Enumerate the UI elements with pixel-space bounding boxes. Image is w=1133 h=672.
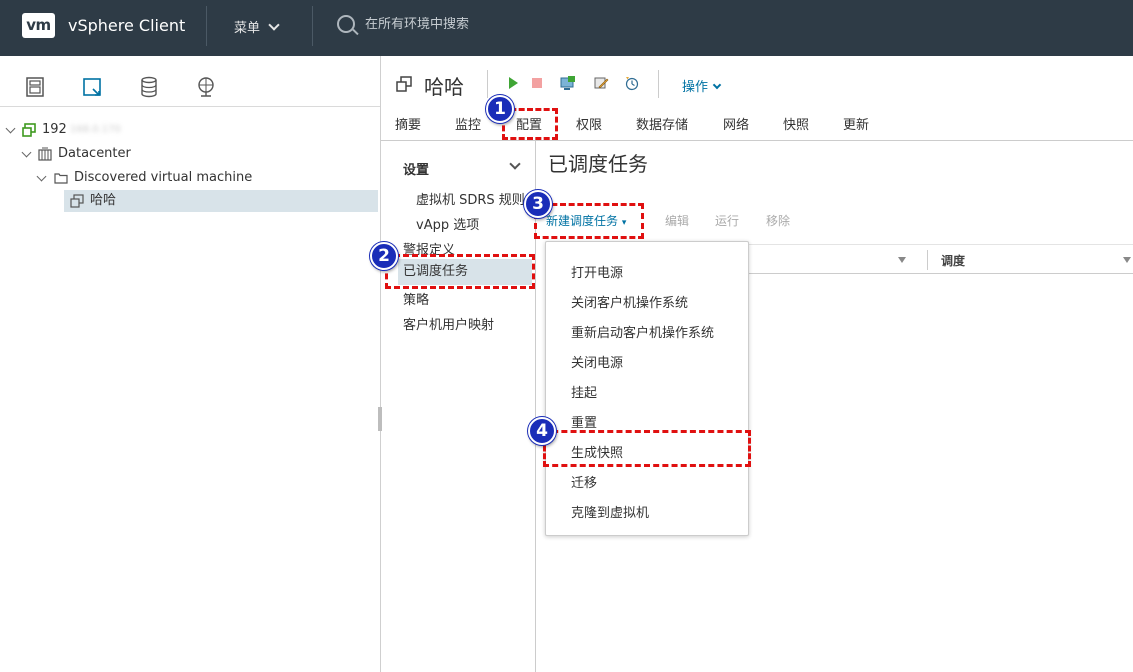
global-search-input[interactable]	[365, 17, 565, 32]
tab-monitor[interactable]: 监控	[455, 114, 481, 133]
networking-icon[interactable]	[195, 76, 217, 98]
column-separator[interactable]	[927, 250, 928, 270]
search-icon[interactable]	[337, 15, 355, 33]
datacenter-icon	[38, 147, 52, 161]
datacenter-label: Datacenter	[58, 146, 131, 161]
filter-icon[interactable]	[898, 257, 906, 263]
menu-item-reset[interactable]: 重置	[571, 412, 597, 431]
folder-label: Discovered virtual machine	[74, 170, 253, 185]
storage-icon[interactable]	[138, 76, 160, 98]
header-divider	[206, 6, 207, 46]
toolbar-divider	[658, 70, 659, 98]
virtual-machine-icon	[70, 194, 84, 208]
menu-item-restart-guest-os[interactable]: 重新启动客户机操作系统	[571, 322, 714, 341]
column-header-schedule[interactable]: 调度	[941, 252, 965, 269]
chevron-down-icon	[268, 19, 280, 31]
chevron-down-icon[interactable]	[5, 123, 16, 134]
tab-snapshots[interactable]: 快照	[783, 114, 809, 133]
inventory-navigator: 192 168.0.170 Datacenter Discovered virt…	[0, 56, 380, 672]
object-title: 哈哈	[424, 75, 464, 99]
settings-item-policies[interactable]: 策略	[403, 289, 429, 308]
chevron-down-icon[interactable]	[21, 147, 32, 158]
host-ip-redacted: 168.0.170	[70, 124, 121, 135]
annotation-badge-3: 3	[524, 190, 552, 218]
annotation-badge-4: 4	[528, 417, 556, 445]
tab-networks[interactable]: 网络	[723, 114, 749, 133]
filter-icon[interactable]	[1123, 257, 1131, 263]
settings-section-header[interactable]: 设置	[403, 159, 429, 178]
splitter-handle[interactable]	[378, 407, 382, 431]
actions-menu-button[interactable]: 操作	[682, 76, 722, 95]
host-icon	[22, 123, 36, 137]
tree-node-vm[interactable]: 哈哈	[64, 190, 378, 212]
tab-datastores[interactable]: 数据存储	[636, 114, 688, 133]
menu-dropdown-button[interactable]: 菜单	[234, 17, 280, 36]
chevron-down-icon[interactable]	[509, 158, 521, 170]
vms-and-templates-icon[interactable]	[81, 76, 103, 98]
header-divider	[312, 6, 313, 46]
remove-button[interactable]: 移除	[766, 212, 790, 229]
annotation-highlight-take-snapshot	[543, 430, 751, 467]
app-title[interactable]: vSphere Client	[68, 16, 185, 35]
tree-node-folder[interactable]: Discovered virtual machine	[0, 167, 378, 189]
settings-item-vapp-options[interactable]: vApp 选项	[416, 214, 479, 233]
menu-item-shutdown-guest-os[interactable]: 关闭客户机操作系统	[571, 292, 688, 311]
annotation-badge-1: 1	[486, 95, 514, 123]
menu-item-suspend[interactable]: 挂起	[571, 382, 597, 401]
host-ip-label: 192	[42, 122, 67, 137]
console-icon[interactable]	[560, 75, 576, 91]
chevron-down-icon	[712, 80, 722, 90]
tree-node-datacenter[interactable]: Datacenter	[0, 143, 378, 165]
new-task-dropdown-menu: 打开电源 关闭客户机操作系统 重新启动客户机操作系统 关闭电源 挂起 重置 生成…	[545, 241, 749, 536]
tab-summary[interactable]: 摘要	[395, 114, 421, 133]
panel-splitter[interactable]	[380, 56, 381, 672]
menu-item-power-on[interactable]: 打开电源	[571, 262, 623, 281]
menu-item-clone-to-vm[interactable]: 克隆到虚拟机	[571, 502, 649, 521]
tree-node-host[interactable]: 192 168.0.170	[0, 119, 378, 141]
settings-item-guest-user-mappings[interactable]: 客户机用户映射	[403, 314, 494, 333]
tabs-underline	[381, 140, 1133, 141]
vmware-logo[interactable]: vm	[22, 13, 55, 38]
snapshot-icon[interactable]	[624, 75, 640, 91]
power-on-icon[interactable]	[505, 75, 521, 91]
page-title: 已调度任务	[548, 152, 648, 176]
tab-permissions[interactable]: 权限	[576, 114, 602, 133]
menu-label: 菜单	[234, 21, 261, 36]
power-off-icon[interactable]	[529, 75, 545, 91]
run-button[interactable]: 运行	[715, 212, 739, 229]
top-header-bar: vm vSphere Client 菜单	[0, 0, 1133, 56]
edit-button[interactable]: 编辑	[665, 212, 689, 229]
navigator-tab-underline	[0, 106, 380, 107]
vm-label: 哈哈	[90, 193, 117, 208]
edit-settings-icon[interactable]	[593, 75, 609, 91]
virtual-machine-icon	[396, 76, 412, 92]
hosts-and-clusters-icon[interactable]	[24, 76, 46, 98]
toolbar-divider	[487, 70, 488, 98]
menu-item-power-off[interactable]: 关闭电源	[571, 352, 623, 371]
settings-item-vm-sdrs-rules[interactable]: 虚拟机 SDRS 规则	[416, 189, 525, 208]
annotation-highlight-scheduled-tasks	[385, 254, 535, 289]
chevron-down-icon[interactable]	[36, 171, 47, 182]
tab-updates[interactable]: 更新	[843, 114, 869, 133]
folder-icon	[54, 173, 68, 184]
annotation-badge-2: 2	[370, 242, 398, 270]
actions-label: 操作	[682, 80, 709, 95]
menu-item-migrate[interactable]: 迁移	[571, 472, 597, 491]
